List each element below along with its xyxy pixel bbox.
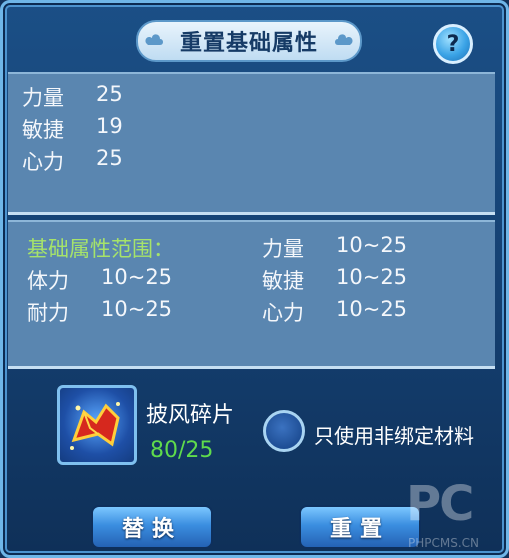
range-value: 10~25 xyxy=(336,297,408,321)
range-value: 10~25 xyxy=(101,297,173,321)
reset-button-label: 重置 xyxy=(329,517,390,542)
question-mark-icon: ? xyxy=(446,31,460,57)
range-heading: 基础属性范围： xyxy=(27,237,174,261)
watermark: PC PHPCMS.CN xyxy=(402,476,502,554)
range-value: 10~25 xyxy=(336,233,408,257)
replace-button-label: 替换 xyxy=(121,517,182,542)
stat-value: 25 xyxy=(96,82,123,106)
cape-shard-icon xyxy=(70,402,120,450)
material-name: 披风碎片 xyxy=(146,403,235,428)
range-name: 力量 xyxy=(262,237,304,261)
help-button[interactable]: ? xyxy=(433,24,473,64)
material-slot[interactable] xyxy=(57,385,137,465)
stat-name: 心力 xyxy=(22,150,64,174)
range-value: 10~25 xyxy=(101,265,173,289)
current-stats-panel xyxy=(8,72,495,212)
replace-button[interactable]: 替换 xyxy=(91,505,213,549)
divider xyxy=(8,366,495,369)
material-count: 80/25 xyxy=(150,438,214,463)
cloud-ornament-icon xyxy=(335,34,353,45)
range-name: 耐力 xyxy=(27,301,69,325)
range-name: 心力 xyxy=(262,301,304,325)
title-bar: 重置基础属性 xyxy=(136,20,362,62)
non-bound-only-label[interactable]: 只使用非绑定材料 xyxy=(314,420,474,449)
range-name: 体力 xyxy=(27,269,69,293)
stat-value: 25 xyxy=(96,146,123,170)
range-name: 敏捷 xyxy=(262,269,304,293)
watermark-text: PHPCMS.CN xyxy=(408,536,480,550)
dialog-title: 重置基础属性 xyxy=(179,31,318,56)
stat-value: 19 xyxy=(96,114,123,138)
watermark-logo: PC xyxy=(406,476,474,532)
range-value: 10~25 xyxy=(336,265,408,289)
cloud-ornament-icon xyxy=(145,34,163,45)
stat-name: 力量 xyxy=(22,86,64,110)
non-bound-only-radio[interactable] xyxy=(263,410,305,452)
divider xyxy=(8,212,495,215)
stat-name: 敏捷 xyxy=(22,118,64,142)
